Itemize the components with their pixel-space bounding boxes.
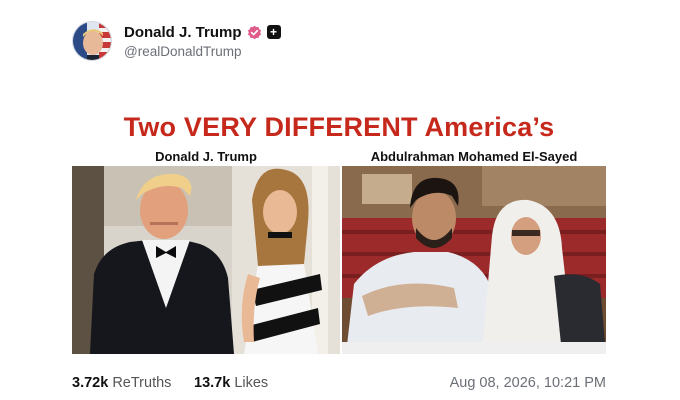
likes-stat[interactable]: 13.7k Likes	[194, 375, 268, 391]
photo-left	[72, 166, 340, 354]
retruths-label: ReTruths	[112, 375, 172, 391]
likes-count: 13.7k	[194, 375, 231, 391]
truth-social-post: Donald J. Trump + @realDonaldTrump Two V…	[0, 0, 680, 400]
display-name[interactable]: Donald J. Trump	[124, 24, 242, 41]
author-names: Donald J. Trump + @realDonaldTrump	[124, 24, 281, 59]
likes-label: Likes	[234, 375, 269, 391]
image-label-left: Donald J. Trump	[155, 149, 257, 164]
post-image[interactable]: Two VERY DIFFERENT America’s Donald J. T…	[72, 112, 606, 354]
image-headline: Two VERY DIFFERENT America’s	[123, 112, 555, 142]
post-timestamp[interactable]: Aug 08, 2026, 10:21 PM	[450, 375, 606, 391]
photo-right	[342, 166, 606, 354]
plus-icon[interactable]: +	[266, 25, 281, 39]
author-handle[interactable]: @realDonaldTrump	[124, 44, 281, 59]
retruths-stat[interactable]: 3.72k ReTruths	[72, 375, 171, 391]
avatar-image	[73, 22, 111, 60]
retruths-count: 3.72k	[72, 375, 109, 391]
name-row: Donald J. Trump +	[124, 24, 281, 41]
image-label-right: Abdulrahman Mohamed El-Sayed	[370, 149, 578, 164]
verified-badge-icon	[247, 25, 262, 40]
post-footer: 3.72k ReTruths 13.7k Likes Aug 08, 2026,…	[72, 375, 606, 393]
post-header: Donald J. Trump + @realDonaldTrump	[72, 20, 281, 62]
avatar[interactable]	[72, 21, 112, 61]
